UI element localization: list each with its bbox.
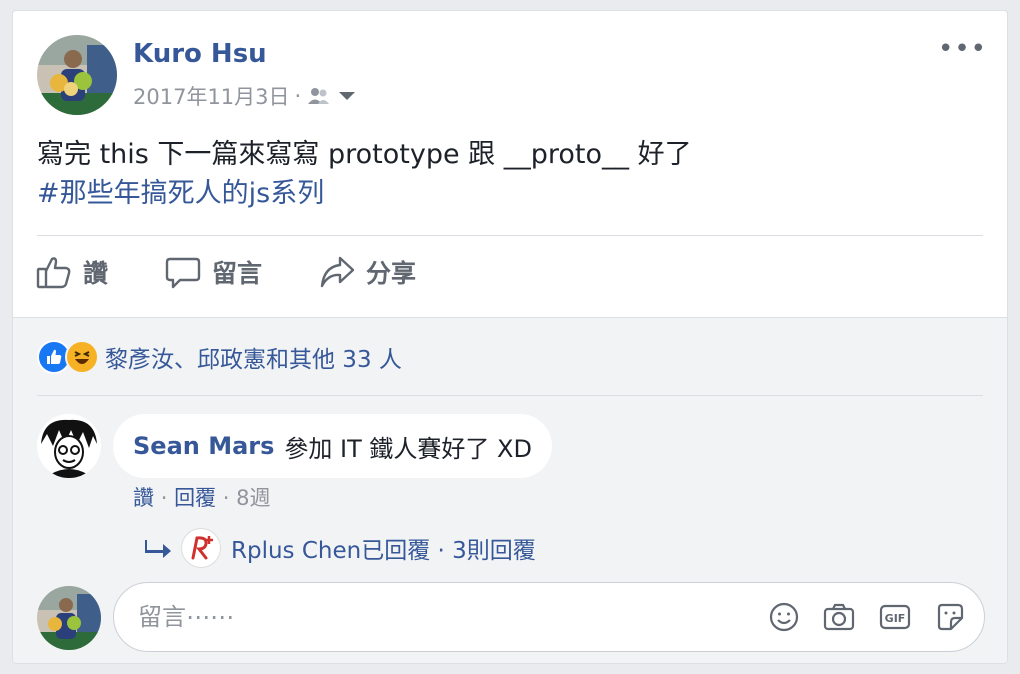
comment-time[interactable]: 8週	[236, 486, 270, 510]
replier-avatar	[181, 528, 221, 568]
thumbs-up-icon	[35, 253, 83, 291]
post-body: 寫完 this 下一篇來寫寫 prototype 跟 __proto__ 好了 …	[37, 135, 692, 213]
separator: ·	[160, 486, 168, 510]
chevron-down-icon[interactable]	[338, 90, 356, 102]
comment-input[interactable]	[136, 602, 740, 632]
post-actions: 讚 留言 分享	[35, 253, 472, 291]
speech-bubble-icon	[164, 253, 212, 291]
author-avatar[interactable]	[37, 35, 117, 115]
more-options-button[interactable]: •••	[938, 36, 987, 62]
comment-reply-link[interactable]: 回覆	[174, 486, 216, 510]
share-arrow-icon	[318, 253, 366, 291]
comment-button[interactable]: 留言	[164, 253, 262, 291]
commenter-avatar[interactable]	[37, 414, 101, 478]
reactions-summary[interactable]: 黎彥汝、邱政憲和其他 33 人	[37, 340, 402, 374]
divider	[37, 395, 983, 396]
comment-text: 參加 IT 鐵人賽好了 XD	[284, 434, 532, 463]
haha-reaction-icon	[65, 340, 99, 374]
comment-actions: 讚 · 回覆 · 8週	[133, 482, 271, 512]
replies-summary[interactable]: Rplus Chen已回覆 · 3則回覆	[231, 531, 536, 565]
reactions-text[interactable]: 黎彥汝、邱政憲和其他 33 人	[105, 340, 402, 374]
author-name[interactable]: Kuro Hsu	[133, 39, 267, 69]
comment-label: 留言	[212, 259, 263, 288]
like-label: 讚	[83, 259, 109, 288]
post-meta: 2017年11月3日 ·	[133, 81, 356, 111]
svg-text:GIF: GIF	[885, 612, 906, 625]
hashtag-link[interactable]: #那些年搞死人的js系列	[37, 174, 692, 213]
post-date[interactable]: 2017年11月3日	[133, 81, 290, 111]
gif-icon[interactable]: GIF	[878, 601, 912, 633]
post-text: 寫完 this 下一篇來寫寫 prototype 跟 __proto__ 好了	[37, 139, 692, 170]
commenter-name[interactable]: Sean Mars	[133, 432, 274, 460]
sticker-icon[interactable]	[934, 601, 966, 633]
viewer-avatar	[37, 586, 101, 650]
emoji-icon[interactable]	[768, 601, 800, 633]
comment-like-link[interactable]: 讚	[133, 486, 154, 510]
post-card: Kuro Hsu 2017年11月3日 · ••• 寫完 this 下一篇來寫寫…	[12, 10, 1008, 664]
share-button[interactable]: 分享	[318, 253, 416, 291]
reply-arrow-icon	[143, 536, 173, 560]
camera-icon[interactable]	[822, 601, 856, 633]
share-label: 分享	[366, 259, 417, 288]
composer-tools: GIF	[746, 601, 966, 633]
meta-separator: ·	[294, 84, 302, 108]
divider	[37, 235, 983, 236]
separator: ·	[222, 486, 230, 510]
comment-composer: GIF	[113, 582, 985, 652]
like-button[interactable]: 讚	[35, 253, 108, 291]
comment-bubble: Sean Mars 參加 IT 鐵人賽好了 XD	[113, 414, 552, 478]
comments-section: 黎彥汝、邱政憲和其他 33 人 Sean Mars 參加 IT 鐵人賽好了 XD…	[13, 317, 1007, 663]
audience-icon[interactable]	[306, 86, 332, 106]
replies-link[interactable]: Rplus Chen已回覆 · 3則回覆	[143, 528, 536, 568]
